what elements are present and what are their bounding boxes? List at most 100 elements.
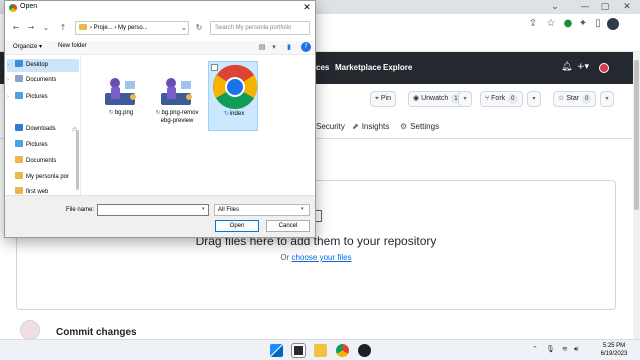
extension-icon[interactable]: ●	[562, 18, 574, 30]
sidebar-item-desktop[interactable]: › Desktop	[7, 59, 79, 72]
share-icon[interactable]: ⇪	[527, 18, 539, 30]
graph-icon: ⬈	[352, 122, 359, 131]
documents-icon	[15, 75, 23, 82]
plus-icon[interactable]: +▾	[577, 62, 589, 72]
downloads-icon	[15, 124, 23, 131]
clock[interactable]: 5:25 PM 6/19/2023	[590, 342, 638, 358]
view-options-icon[interactable]: ▤	[257, 42, 267, 52]
chevron-up-icon[interactable]: ⌃	[532, 345, 538, 353]
nav-explore[interactable]: Explore	[383, 63, 412, 72]
puzzle-icon[interactable]: ✦	[577, 18, 589, 30]
sidebar-item-my-portfolio[interactable]: My personla por	[7, 171, 79, 184]
fork-dropdown[interactable]: ▾	[527, 91, 541, 107]
breadcrumb-item[interactable]: My perso...	[118, 25, 148, 31]
organize-button[interactable]: Organize ▾	[13, 43, 42, 50]
tab-search-icon[interactable]: ⌄	[548, 1, 562, 13]
file-name-text: index	[229, 111, 245, 117]
star-dropdown[interactable]: ▾	[600, 91, 614, 107]
pictures-icon	[15, 92, 23, 99]
gear-icon: ⚙	[400, 122, 408, 131]
star-icon[interactable]: ☆	[545, 18, 557, 30]
bell-icon[interactable]: 🔔︎	[561, 62, 572, 72]
nav-spaces[interactable]: ces	[316, 63, 329, 72]
avatar[interactable]	[599, 63, 609, 73]
dialog-title: Open	[20, 3, 38, 10]
star-button[interactable]: ☆ Star 0	[553, 91, 597, 107]
github-desktop-icon[interactable]	[358, 344, 371, 357]
wifi-icon[interactable]: ≋	[562, 345, 568, 353]
sidebar-item-first-web[interactable]: first web	[7, 187, 79, 195]
sidebar-scrollbar[interactable]	[76, 130, 79, 190]
file-type-select[interactable]: All Files	[214, 204, 310, 216]
folder-icon	[15, 156, 23, 163]
select-checkbox[interactable]	[211, 64, 218, 71]
tab-security-label: Security	[316, 122, 345, 131]
task-view-icon[interactable]	[291, 343, 306, 358]
unwatch-button[interactable]: ◉ Unwatch 1	[408, 91, 466, 107]
tab-security[interactable]: Security	[316, 122, 345, 131]
chrome-icon[interactable]	[336, 344, 349, 357]
file-item-bg-removebg[interactable]: ↻bg.png-remov ebg-preview	[152, 61, 202, 131]
recent-dropdown-icon[interactable]: ⌄	[41, 23, 51, 33]
file-name-text: bg.png-remov ebg-preview	[160, 110, 199, 124]
tab-insights-label: Insights	[361, 122, 390, 131]
up-icon[interactable]: ↑	[58, 23, 68, 33]
command-bar: Organize ▾ New folder ▤ ▾ ▮ ?	[5, 41, 315, 55]
expand-icon[interactable]: ›	[7, 91, 13, 104]
expand-icon[interactable]: ›	[7, 59, 13, 72]
view-dropdown-icon[interactable]: ▾	[269, 42, 279, 52]
sidebar-item-documents-quick[interactable]: Documents	[7, 155, 79, 168]
dialog-footer: File name: ▾ All Files ▾ Open Cancel	[5, 195, 315, 237]
clock-time: 5:25 PM	[602, 343, 626, 349]
file-item-index[interactable]: ↻index	[208, 61, 258, 131]
fork-button[interactable]: ⑂ Fork 0	[480, 91, 523, 107]
open-button[interactable]: Open	[215, 220, 259, 232]
breadcrumb-item[interactable]: Proje...	[94, 25, 113, 31]
microphone-icon[interactable]: 🎙︎	[546, 345, 555, 353]
sidebar-icon[interactable]: ▯	[592, 18, 604, 30]
pin-button[interactable]: ⌖ Pin	[370, 91, 397, 107]
sidebar-item-pictures[interactable]: › Pictures	[7, 91, 79, 104]
file-list: ↻bg.png ↻bg.png-remov ebg-preview ↻index	[82, 55, 315, 195]
or-text: Or	[280, 253, 290, 262]
search-input[interactable]: Search My personla portfolio	[210, 21, 310, 35]
minimize-icon[interactable]: —	[578, 1, 592, 13]
new-folder-button[interactable]: New folder	[58, 43, 87, 49]
unwatch-dropdown[interactable]: ▾	[458, 91, 472, 107]
cancel-button[interactable]: Cancel	[266, 220, 310, 232]
file-name: ↻bg.png-remov ebg-preview	[152, 109, 202, 125]
open-file-dialog: Open ✕ ← → ⌄ ↑ › Proje... › My perso... …	[4, 0, 316, 238]
close-window-icon[interactable]: ✕	[620, 1, 634, 13]
address-bar[interactable]: › Proje... › My perso...	[75, 21, 189, 35]
help-icon[interactable]: ?	[301, 42, 311, 52]
file-item-bg-png[interactable]: ↻bg.png	[96, 61, 146, 131]
choose-files-link[interactable]: choose your files	[292, 253, 352, 262]
organize-label: Organize	[13, 44, 38, 50]
close-icon[interactable]: ✕	[301, 2, 313, 14]
pin-label: Pin	[380, 95, 392, 102]
expand-icon[interactable]: ›	[7, 74, 13, 87]
windows-icon[interactable]	[270, 344, 283, 357]
forward-icon[interactable]: →	[26, 23, 36, 33]
refresh-icon[interactable]: ↻	[193, 22, 205, 34]
nav-marketplace[interactable]: Marketplace	[335, 63, 381, 72]
tab-insights[interactable]: ⬈ Insights	[352, 122, 389, 131]
file-explorer-icon[interactable]	[314, 344, 327, 357]
page-scroll-thumb[interactable]	[634, 60, 639, 210]
sidebar-item-downloads[interactable]: Downloads	[7, 123, 79, 136]
dialog-titlebar: Open ✕	[5, 1, 315, 15]
sidebar-item-documents[interactable]: › Documents	[7, 74, 79, 87]
address-dropdown-icon[interactable]: ⌄	[179, 23, 189, 33]
file-name-dropdown[interactable]: ▾	[202, 206, 205, 212]
volume-icon[interactable]: 🔊︎	[574, 345, 578, 354]
sidebar-item-pictures-quick[interactable]: Pictures	[7, 139, 79, 152]
tab-settings[interactable]: ⚙ Settings	[400, 122, 439, 131]
star-count: 0	[582, 94, 592, 104]
preview-pane-icon[interactable]: ▮	[284, 42, 294, 52]
sync-icon: ↻	[155, 109, 161, 116]
profile-avatar[interactable]	[607, 18, 619, 30]
maximize-icon[interactable]: ▢	[598, 1, 612, 13]
file-name-input[interactable]	[97, 204, 209, 216]
chevron-down-icon[interactable]: ▾	[301, 206, 304, 212]
back-icon[interactable]: ←	[11, 23, 21, 33]
